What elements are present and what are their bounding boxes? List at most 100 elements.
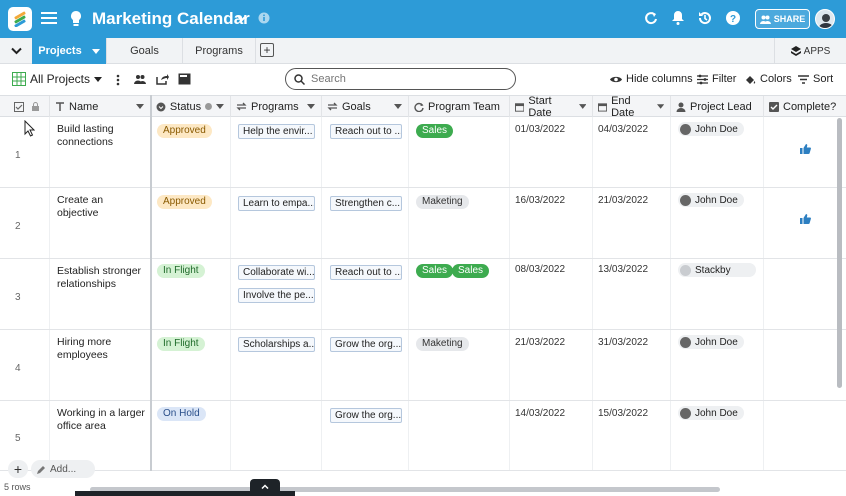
start-date[interactable]: 01/03/2022 <box>515 124 565 135</box>
stackby-logo[interactable] <box>8 7 32 31</box>
select-all-checkbox-icon[interactable] <box>14 101 24 112</box>
sort-button[interactable]: Sort <box>798 73 833 85</box>
thumbs-up-icon[interactable] <box>800 214 811 224</box>
start-date[interactable]: 16/03/2022 <box>515 195 565 206</box>
caret-down-icon[interactable] <box>136 104 144 109</box>
goal-link-chip[interactable]: Strengthen c... <box>330 196 402 211</box>
project-lead-chip[interactable]: John Doe <box>678 193 744 207</box>
bell-icon[interactable] <box>671 10 685 26</box>
status-badge[interactable]: Approved <box>157 195 212 209</box>
column-end-date-label: End Date <box>611 94 635 119</box>
hide-columns-button[interactable]: Hide columns <box>610 73 693 85</box>
caret-down-icon[interactable] <box>216 104 224 109</box>
sort-label: Sort <box>813 73 834 85</box>
caret-down-icon <box>94 76 103 82</box>
goal-link-chip[interactable]: Grow the org... <box>330 408 402 423</box>
start-date[interactable]: 08/03/2022 <box>515 264 565 275</box>
info-icon[interactable] <box>258 12 270 24</box>
add-row-button[interactable]: + <box>8 460 28 478</box>
chevron-down-icon[interactable] <box>236 12 248 24</box>
column-header-goals[interactable]: Goals <box>322 96 409 117</box>
end-date[interactable]: 31/03/2022 <box>598 337 648 348</box>
record-name[interactable]: Hiring more employees <box>57 336 147 362</box>
column-header-status[interactable]: Status <box>151 96 231 117</box>
status-badge[interactable]: In Flight <box>157 337 205 351</box>
start-date[interactable]: 21/03/2022 <box>515 337 565 348</box>
lead-avatar <box>680 123 691 135</box>
column-header-programs[interactable]: Programs <box>231 96 322 117</box>
apps-button[interactable]: APPS <box>774 38 846 64</box>
program-link-chip[interactable]: Involve the pe... <box>238 288 315 303</box>
project-lead-chip[interactable]: Stackby <box>678 263 756 277</box>
project-lead-chip[interactable]: John Doe <box>678 122 744 136</box>
program-link-chip[interactable]: Learn to empa... <box>238 196 315 211</box>
status-badge[interactable]: Approved <box>157 124 212 138</box>
app-title[interactable]: Marketing Calendar <box>92 9 250 29</box>
colors-button[interactable]: Colors <box>745 73 792 85</box>
goal-link-chip[interactable]: Grow the org... <box>330 337 402 352</box>
column-header-end-date[interactable]: End Date <box>593 94 671 119</box>
tabs-collapse-button[interactable] <box>0 38 32 64</box>
goal-link-chip[interactable]: Reach out to ... <box>330 265 402 280</box>
thumbs-up-icon[interactable] <box>800 144 811 154</box>
end-date[interactable]: 13/03/2022 <box>598 264 648 275</box>
project-lead-chip[interactable]: John Doe <box>678 406 744 420</box>
column-header-complete[interactable]: Complete? <box>764 96 846 117</box>
filter-button[interactable]: Filter <box>697 73 736 85</box>
program-link-chip[interactable]: Help the envir... <box>238 124 315 139</box>
end-date[interactable]: 15/03/2022 <box>598 408 648 419</box>
table-row[interactable]: 3 Establish stronger relationships In Fl… <box>0 259 846 330</box>
add-table-button[interactable]: + <box>260 43 274 57</box>
caret-down-icon[interactable] <box>307 104 315 109</box>
frozen-column-divider[interactable] <box>150 95 152 471</box>
share-button[interactable]: SHARE <box>755 9 810 29</box>
column-header-program-team[interactable]: Program Team <box>409 96 510 117</box>
column-header-start-date[interactable]: Start Date <box>510 95 593 119</box>
record-name[interactable]: Working in a larger office area <box>57 407 147 433</box>
help-icon[interactable]: ? <box>725 10 741 26</box>
lightbulb-icon <box>71 11 81 26</box>
expand-panel-button[interactable] <box>250 479 280 493</box>
search-input[interactable] <box>311 73 491 85</box>
goal-link-chip[interactable]: Reach out to ... <box>330 124 402 139</box>
program-link-chip[interactable]: Collaborate wi... <box>238 265 315 280</box>
refresh-icon[interactable] <box>644 10 658 26</box>
table-row[interactable]: 2 Create an objective Approved Learn to … <box>0 188 846 259</box>
hide-columns-label: Hide columns <box>626 73 693 85</box>
table-row[interactable]: 1 Build lasting connections Approved Hel… <box>0 117 846 188</box>
collaborators-icon[interactable] <box>134 74 146 84</box>
table-row[interactable]: 5 Working in a larger office area On Hol… <box>0 401 846 471</box>
column-header-name[interactable]: Name <box>50 96 151 117</box>
more-options-icon[interactable] <box>116 74 120 86</box>
field-info-icon[interactable] <box>205 103 213 110</box>
end-date[interactable]: 21/03/2022 <box>598 195 648 206</box>
caret-down-icon[interactable] <box>91 48 100 54</box>
start-date[interactable]: 14/03/2022 <box>515 408 565 419</box>
record-name[interactable]: Establish stronger relationships <box>57 265 147 291</box>
status-badge[interactable]: On Hold <box>157 407 206 421</box>
record-name[interactable]: Create an objective <box>57 194 147 220</box>
search-box[interactable] <box>285 68 516 90</box>
status-badge[interactable]: In Flight <box>157 264 205 278</box>
form-view-icon[interactable] <box>178 73 191 85</box>
history-icon[interactable] <box>697 10 713 26</box>
grid-view-icon <box>12 72 26 86</box>
column-header-project-lead[interactable]: Project Lead <box>671 96 764 117</box>
vertical-scrollbar[interactable] <box>837 118 842 388</box>
record-name[interactable]: Build lasting connections <box>57 123 147 149</box>
table-row[interactable]: 4 Hiring more employees In Flight Schola… <box>0 330 846 401</box>
hamburger-menu-icon[interactable] <box>41 11 57 25</box>
view-selector[interactable]: All Projects <box>12 72 103 86</box>
tab-projects[interactable]: Projects <box>32 38 107 64</box>
share-view-icon[interactable] <box>156 73 169 85</box>
add-record-button[interactable]: Add... <box>31 460 95 478</box>
caret-down-icon[interactable] <box>578 104 586 109</box>
caret-down-icon[interactable] <box>656 104 664 109</box>
user-avatar[interactable] <box>815 9 835 29</box>
tab-programs[interactable]: Programs <box>183 38 256 64</box>
caret-down-icon[interactable] <box>394 104 402 109</box>
end-date[interactable]: 04/03/2022 <box>598 124 648 135</box>
tab-goals[interactable]: Goals <box>107 38 183 64</box>
project-lead-chip[interactable]: John Doe <box>678 335 744 349</box>
program-link-chip[interactable]: Scholarships a... <box>238 337 315 352</box>
